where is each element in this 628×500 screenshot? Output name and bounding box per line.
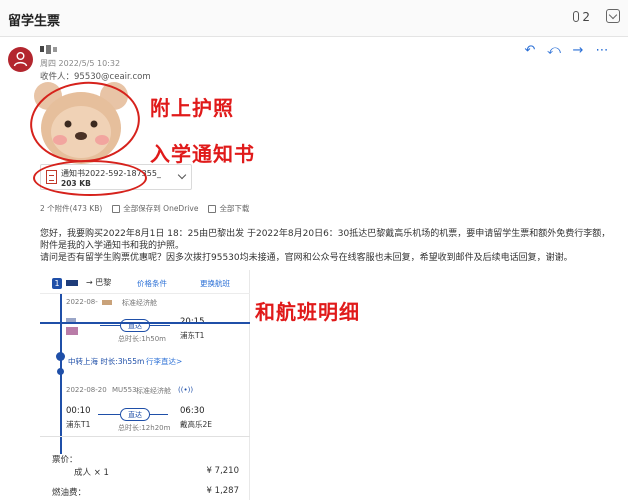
leg1-cabin: 标准经济舱 — [122, 299, 157, 307]
sender-name-redacted — [40, 45, 62, 55]
annotation-passport: 附上护照 — [150, 96, 234, 120]
avatar[interactable] — [8, 47, 33, 72]
reply-all-icon[interactable]: ⤺ — [546, 44, 562, 58]
save-to-onedrive-link[interactable]: 全部保存到 OneDrive — [112, 203, 198, 214]
annotation-admission-letter: 入学通知书 — [150, 142, 255, 166]
forward-icon[interactable]: → — [570, 44, 586, 58]
fare-title: 票价： — [52, 455, 78, 465]
attachment-count[interactable]: 2 — [573, 10, 590, 24]
leg1-date: 2022-08- — [66, 298, 98, 306]
itinerary-header: 1 → 巴黎 价格条件 更换航班 — [40, 270, 250, 294]
message-actions: ↶ ⤺ → ⋯ — [522, 44, 610, 58]
transfer-info: 中转上海 时长:3h55m — [68, 357, 145, 366]
highlight-circle-attachment — [33, 160, 147, 196]
download-icon — [208, 204, 217, 213]
origin-city-redacted — [66, 280, 78, 286]
person-icon — [13, 52, 28, 67]
price-divider — [40, 436, 250, 437]
leg1-departure-airport-redacted — [66, 327, 78, 335]
fuel-surcharge-price: ¥ 1,287 — [206, 486, 239, 496]
body-line-1: 您好，我要购买2022年8月1日 18：25由巴黎出发 于2022年8月20日6… — [40, 229, 611, 239]
itinerary-screenshot: 1 → 巴黎 价格条件 更换航班 2022-08- 标准经济舱 直达 20:15… — [40, 270, 250, 500]
adult-fare-price: ¥ 7,210 — [206, 466, 239, 476]
email-body: 您好，我要购买2022年8月1日 18：25由巴黎出发 于2022年8月20日6… — [40, 228, 620, 264]
body-line-3: 请问是否有留学生购票优惠呢？因多次拨打95530均未接通，官网和公众号在线客服也… — [40, 253, 573, 263]
leg2-direct-pill: 直达 — [120, 408, 150, 421]
fuel-surcharge-label: 燃油费： — [52, 488, 87, 498]
adult-fare-label: 成人 × 1 — [74, 468, 109, 478]
leg2-duration: 总时长:12h20m — [118, 424, 171, 432]
reply-icon[interactable]: ↶ — [522, 44, 538, 58]
leg1-direct-pill: 直达 — [120, 319, 150, 332]
destination-label: → 巴黎 — [86, 278, 112, 287]
collapse-button[interactable] — [606, 9, 620, 23]
baggage-direct-link[interactable]: 行李直达> — [146, 356, 182, 367]
leg2-flight-number: MU553 — [112, 386, 137, 394]
leg-number-badge: 1 — [52, 278, 62, 289]
leg2-departure-time: 00:10 — [66, 406, 91, 416]
download-all-label: 全部下载 — [219, 204, 250, 213]
email-date: 周四 2022/5/5 10:32 — [40, 59, 121, 68]
leg1-flight-redacted — [102, 300, 112, 305]
leg2-arrival-airport: 戴高乐2E — [180, 420, 213, 429]
wifi-icon: ((•)) — [178, 386, 194, 394]
subject-bar: 留学生票 2 — [0, 0, 628, 37]
paperclip-icon — [573, 11, 580, 22]
leg2-arrival-time: 06:30 — [180, 406, 205, 416]
leg2-dot — [57, 368, 64, 375]
body-line-2: 附件是我的入学通知书和我的护照。 — [40, 241, 185, 251]
more-options-icon[interactable]: ⋯ — [594, 44, 610, 58]
transfer-dot — [56, 352, 65, 361]
save-to-onedrive-label: 全部保存到 OneDrive — [123, 204, 199, 213]
attachment-bar: 2 个附件(473 KB) 全部保存到 OneDrive 全部下载 — [40, 203, 249, 214]
leg2-date: 2022-08-20 — [66, 386, 107, 394]
annotation-flight-details: 和航班明细 — [255, 300, 360, 324]
attachment-count-value: 2 — [582, 10, 590, 24]
leg1-arrival-airport: 浦东T1 — [180, 331, 205, 340]
chevron-down-icon[interactable] — [177, 170, 187, 180]
attachment-summary: 2 个附件(473 KB) — [40, 204, 103, 213]
leg1-duration: 总时长:1h50m — [118, 335, 166, 343]
email-subject: 留学生票 — [8, 14, 61, 29]
leg2-cabin: 标准经济舱 — [136, 387, 171, 395]
price-conditions-link[interactable]: 价格条件 — [137, 278, 167, 289]
leg2-departure-airport: 浦东T1 — [66, 420, 91, 429]
change-flight-link[interactable]: 更换航班 — [200, 278, 230, 289]
cloud-icon — [112, 204, 121, 213]
download-all-link[interactable]: 全部下载 — [208, 203, 249, 214]
itinerary-divider — [40, 322, 250, 324]
